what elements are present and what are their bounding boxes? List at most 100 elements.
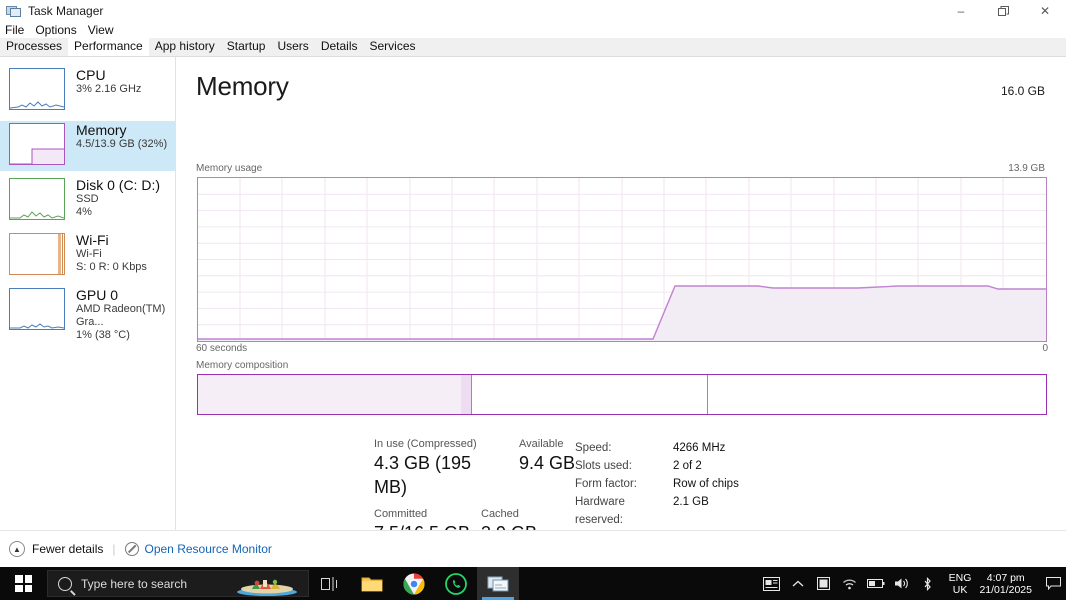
sidebar-item-disk-type: SSD	[76, 193, 99, 205]
resource-monitor-icon[interactable]	[124, 542, 139, 556]
title-bar: Task Manager – ✕	[0, 0, 1066, 22]
menu-view[interactable]: View	[88, 23, 114, 37]
status-bar: ▲ Fewer details | Open Resource Monitor	[0, 530, 1066, 567]
memory-usage-graph[interactable]	[197, 177, 1047, 342]
search-input[interactable]: Type here to search	[47, 570, 309, 597]
sidebar-item-disk[interactable]: Disk 0 (C: D:) SSD 4%	[0, 176, 175, 226]
axis-right-label: 0	[1042, 343, 1048, 354]
memory-thumbnail-graph	[9, 123, 65, 165]
sidebar-item-wifi[interactable]: Wi-Fi Wi-Fi S: 0 R: 0 Kbps	[0, 231, 175, 281]
file-explorer-icon	[361, 577, 383, 591]
slots-used-label: Slots used:	[575, 460, 632, 472]
window-controls: – ✕	[940, 0, 1066, 22]
wifi-icon[interactable]	[837, 567, 863, 600]
sidebar-item-memory[interactable]: Memory 4.5/13.9 GB (32%)	[0, 121, 175, 171]
sidebar-item-memory-stats: 4.5/13.9 GB (32%)	[76, 138, 168, 150]
notification-center-button[interactable]	[1040, 567, 1066, 600]
search-placeholder: Type here to search	[81, 576, 188, 591]
start-button[interactable]	[0, 567, 47, 600]
hardware-reserved-value: 2.1 GB	[673, 496, 709, 508]
tab-app-history[interactable]: App history	[149, 37, 221, 56]
language-indicator[interactable]: ENG UK	[949, 572, 972, 596]
graph-axis-labels: 60 seconds 0	[196, 343, 1048, 354]
file-explorer-button[interactable]	[351, 567, 393, 600]
volume-icon[interactable]	[889, 567, 915, 600]
tab-details[interactable]: Details	[315, 37, 364, 56]
task-view-icon	[321, 576, 337, 591]
task-view-button[interactable]	[309, 567, 351, 600]
sidebar-item-disk-stats: 4%	[76, 206, 92, 218]
chevron-up-icon[interactable]: ▲	[9, 541, 25, 557]
onedrive-or-app-icon[interactable]	[811, 567, 837, 600]
hardware-reserved-label: Hardware reserved:	[575, 496, 625, 526]
memory-total: 16.0 GB	[1000, 84, 1045, 98]
task-manager-button[interactable]	[477, 567, 519, 600]
language-code: ENG	[948, 571, 972, 584]
news-and-interests-icon[interactable]	[759, 567, 785, 600]
wifi-thumbnail-graph	[9, 233, 65, 275]
detail-row-hardware-reserved: Hardware reserved: 2.1 GB	[575, 493, 739, 529]
sidebar-item-disk-name: Disk 0 (C: D:)	[76, 177, 160, 193]
panel-header: Memory 16.0 GB	[196, 71, 1045, 102]
cached-label: Cached	[481, 508, 519, 520]
whatsapp-button[interactable]	[435, 567, 477, 600]
restore-button[interactable]	[982, 0, 1024, 22]
sidebar-item-gpu[interactable]: GPU 0 AMD Radeon(TM) Gra... 1% (38 °C)	[0, 286, 175, 341]
chrome-button[interactable]	[393, 567, 435, 600]
task-manager-icon	[6, 4, 22, 18]
sidebar-item-cpu-name: CPU	[76, 67, 106, 83]
clock[interactable]: 4:07 pm 21/01/2025	[979, 572, 1032, 596]
menu-options[interactable]: Options	[35, 23, 76, 37]
region-code: UK	[952, 583, 968, 596]
tab-processes[interactable]: Processes	[0, 37, 68, 56]
in-use-value: 4.3 GB (195 MB)	[374, 453, 472, 497]
memory-usage-label: Memory usage	[196, 163, 263, 174]
battery-icon[interactable]	[863, 567, 889, 600]
composition-in-use	[198, 375, 461, 414]
chrome-icon	[403, 573, 425, 594]
composition-label-row: Memory composition	[196, 360, 1045, 371]
slots-used-value: 2 of 2	[673, 460, 702, 472]
whatsapp-icon	[445, 572, 467, 595]
sidebar-item-memory-name: Memory	[76, 122, 127, 138]
memory-graph-max: 13.9 GB	[1008, 163, 1045, 174]
open-resource-monitor-link[interactable]: Open Resource Monitor	[145, 542, 272, 556]
memory-composition-label: Memory composition	[196, 360, 289, 371]
windows-taskbar: Type here to search ENG UK 4:07 pm 21/01…	[0, 567, 1066, 600]
in-use-label: In use (Compressed)	[374, 438, 477, 450]
clock-date: 21/01/2025	[979, 583, 1032, 596]
sidebar-item-gpu-model: AMD Radeon(TM) Gra...	[76, 303, 166, 328]
footer-separator: |	[112, 542, 116, 556]
sidebar-item-cpu-stats: 3% 2.16 GHz	[76, 83, 142, 95]
task-manager-window: Task Manager – ✕ File Options View Proce…	[0, 0, 1066, 600]
sidebar-item-wifi-name: Wi-Fi	[76, 232, 109, 248]
window-title: Task Manager	[28, 4, 104, 18]
composition-modified	[460, 375, 472, 414]
graph-label-row: Memory usage 13.9 GB	[196, 163, 1045, 174]
tab-startup[interactable]: Startup	[221, 37, 272, 56]
tab-bar: Processes Performance App history Startu…	[0, 37, 1066, 57]
close-button[interactable]: ✕	[1024, 0, 1066, 22]
minimize-button[interactable]: –	[940, 0, 982, 22]
available-label: Available	[519, 438, 564, 450]
detail-row-slots: Slots used: 2 of 2	[575, 457, 739, 475]
bluetooth-or-pen-icon[interactable]	[915, 567, 941, 600]
task-manager-taskbar-icon	[487, 576, 509, 591]
memory-usage-chart	[198, 178, 1046, 341]
fewer-details-button[interactable]: Fewer details	[32, 542, 103, 556]
show-hidden-icons-chevron-up-icon[interactable]	[785, 567, 811, 600]
memory-composition-bar[interactable]	[197, 374, 1047, 415]
tab-services[interactable]: Services	[364, 37, 422, 56]
search-icon	[58, 576, 72, 591]
detail-row-speed: Speed: 4266 MHz	[575, 439, 739, 457]
sidebar-item-gpu-name: GPU 0	[76, 287, 119, 303]
composition-divider-2	[706, 375, 708, 414]
windows-logo-icon	[15, 575, 32, 592]
tab-users[interactable]: Users	[271, 37, 314, 56]
sidebar-item-cpu[interactable]: CPU 3% 2.16 GHz	[0, 66, 175, 116]
menu-file[interactable]: File	[5, 23, 24, 37]
committed-label: Committed	[374, 508, 428, 520]
available-value: 9.4 GB	[519, 453, 576, 473]
tab-performance[interactable]: Performance	[68, 37, 149, 56]
axis-left-label: 60 seconds	[196, 343, 248, 354]
